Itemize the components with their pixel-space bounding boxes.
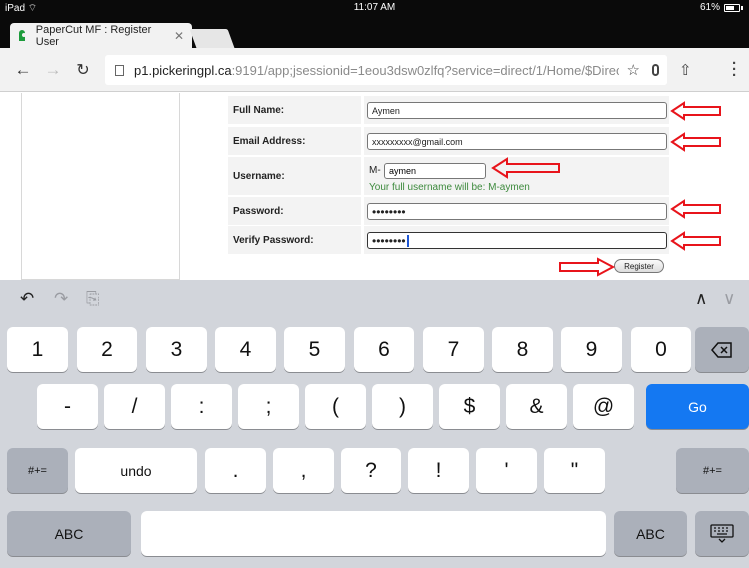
url-host: p1.pickeringpl.ca (134, 62, 232, 78)
key-9[interactable]: 9 (561, 327, 622, 372)
key-comma[interactable]: , (273, 448, 334, 493)
annotation-arrow-register (559, 257, 616, 277)
on-screen-keyboard: ↶ ↷ ⎘ ∧ ∨ 1 2 3 4 5 6 7 8 9 0 - / : ; ( … (0, 280, 749, 568)
symbols-key-left[interactable]: #+= (7, 448, 68, 493)
space-bar[interactable] (141, 511, 606, 556)
annotation-arrow-full-name (670, 101, 721, 121)
password-input[interactable]: •••••••• (367, 203, 667, 220)
full-name-input[interactable]: Aymen (367, 102, 667, 119)
username-row: Username: M- aymen Your full username wi… (228, 157, 669, 195)
key-at[interactable]: @ (573, 384, 634, 429)
key-2[interactable]: 2 (77, 327, 137, 372)
reload-icon[interactable]: ↻ (68, 60, 98, 80)
annotation-arrow-verify-password (670, 231, 721, 251)
abc-key-left[interactable]: ABC (7, 511, 131, 556)
paste-icon[interactable]: ⎘ (86, 289, 100, 309)
url-field[interactable]: p1.pickeringpl.ca:9191/app;jsessionid=1e… (105, 55, 667, 85)
bookmark-star-icon[interactable]: ☆ (627, 61, 640, 79)
key-question[interactable]: ? (341, 448, 401, 493)
tab-papercut[interactable]: PaperCut MF : Register User ✕ (10, 23, 192, 48)
key-ampersand[interactable]: & (506, 384, 567, 429)
key-close-paren[interactable]: ) (372, 384, 433, 429)
key-0[interactable]: 0 (631, 327, 691, 372)
key-7[interactable]: 7 (423, 327, 484, 372)
key-semicolon[interactable]: ; (238, 384, 299, 429)
hide-keyboard-key[interactable] (695, 511, 749, 556)
key-4[interactable]: 4 (215, 327, 276, 372)
close-tab-icon[interactable]: ✕ (174, 29, 184, 43)
papercut-favicon-icon (18, 30, 28, 41)
backspace-key[interactable] (695, 327, 749, 372)
register-page: Full Name: Aymen Email Address: xxxxxxxx… (0, 93, 749, 280)
key-5[interactable]: 5 (284, 327, 345, 372)
microphone-icon[interactable] (652, 64, 659, 76)
symbols-key-right[interactable]: #+= (676, 448, 749, 493)
url-path: :9191/app;jsessionid=1eou3dsw0zlfq?servi… (231, 62, 661, 78)
battery-status: 61% (700, 2, 743, 13)
back-icon[interactable]: ← (8, 60, 38, 80)
undo-icon[interactable]: ↶ (20, 289, 34, 309)
annotation-arrow-username (491, 157, 560, 179)
tab-strip: PaperCut MF : Register User ✕ (0, 17, 749, 48)
go-button[interactable]: Go (646, 384, 749, 429)
clock: 11:07 AM (353, 2, 396, 13)
annotation-arrow-password (670, 199, 721, 219)
register-button[interactable]: Register (614, 259, 664, 273)
text-caret (406, 234, 409, 247)
key-6[interactable]: 6 (354, 327, 414, 372)
password-row: Password: •••••••• (228, 197, 669, 225)
forward-icon[interactable]: → (38, 60, 68, 80)
key-3[interactable]: 3 (146, 327, 207, 372)
battery-percent: 61% (699, 2, 720, 13)
backspace-icon (711, 341, 732, 358)
sidebar-panel (21, 93, 180, 280)
new-tab-button[interactable] (189, 29, 235, 48)
page-icon (115, 64, 124, 76)
username-input[interactable]: aymen (384, 163, 486, 179)
email-row: Email Address: xxxxxxxxx@gmail.com (228, 127, 669, 155)
keyboard-hide-icon (710, 523, 734, 543)
key-period[interactable]: . (205, 448, 266, 493)
verify-password-input[interactable]: •••••••• (367, 232, 667, 249)
key-apostrophe[interactable]: ' (476, 448, 537, 493)
undo-key[interactable]: undo (75, 448, 197, 493)
password-label: Password: (228, 197, 361, 225)
address-bar: ← → ↻ p1.pickeringpl.ca:9191/app;jsessio… (0, 48, 749, 92)
username-label: Username: (228, 157, 361, 195)
key-8[interactable]: 8 (492, 327, 553, 372)
abc-key-right[interactable]: ABC (614, 511, 687, 556)
chevron-up-icon[interactable]: ∧ (695, 289, 707, 309)
battery-icon (724, 3, 740, 12)
key-hyphen[interactable]: - (37, 384, 98, 429)
tab-title: PaperCut MF : Register User (35, 23, 152, 48)
key-exclamation[interactable]: ! (408, 448, 469, 493)
annotation-arrow-email (670, 132, 721, 152)
key-slash[interactable]: / (104, 384, 165, 429)
menu-icon[interactable]: · · · (732, 56, 737, 83)
key-1[interactable]: 1 (7, 327, 68, 372)
username-prefix: M- (369, 165, 381, 176)
key-open-paren[interactable]: ( (305, 384, 366, 429)
key-colon[interactable]: : (171, 384, 232, 429)
redo-icon[interactable]: ↷ (54, 289, 68, 309)
key-quote[interactable]: " (544, 448, 605, 493)
email-input[interactable]: xxxxxxxxx@gmail.com (367, 133, 667, 150)
username-hint: Your full username will be: M-aymen (369, 182, 530, 193)
share-icon[interactable]: ⇧ (679, 61, 692, 79)
email-label: Email Address: (228, 127, 361, 155)
key-dollar[interactable]: $ (439, 384, 500, 429)
status-bar: iPad ⌔ 11:07 AM 61% (0, 0, 749, 17)
chevron-down-icon[interactable]: ∨ (723, 289, 735, 309)
full-name-label: Full Name: (228, 96, 361, 124)
verify-password-label: Verify Password: (228, 226, 361, 254)
verify-password-row: Verify Password: •••••••• (228, 226, 669, 254)
keyboard-toolbar: ↶ ↷ ⎘ ∧ ∨ (0, 280, 749, 318)
full-name-row: Full Name: Aymen (228, 96, 669, 124)
